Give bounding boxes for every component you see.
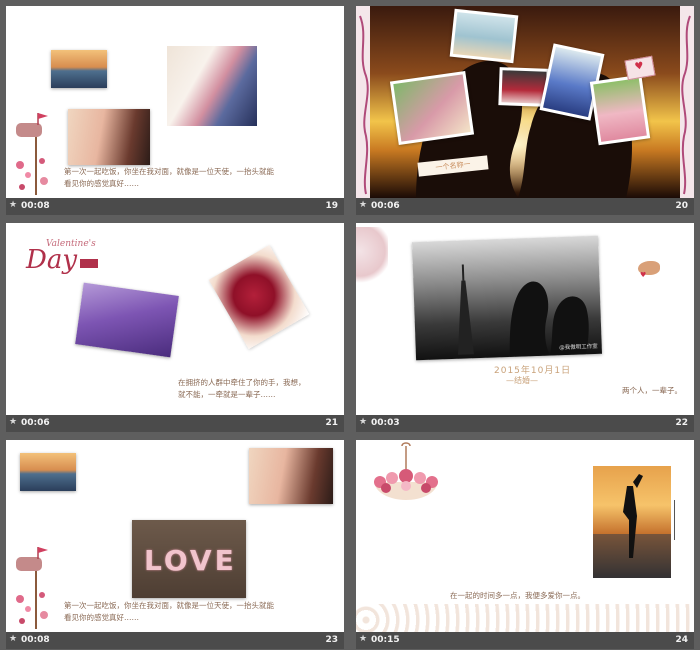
- caption-line-2: 就不能，一牵就是一辈子……: [178, 390, 276, 399]
- holding-hands-photo: [249, 448, 333, 504]
- slide-number: 24: [675, 635, 688, 645]
- caption-line-1: 第一次一起吃饭，你坐在我对面，就像是一位天使，一抬头就能: [64, 601, 274, 610]
- slide-duration: 00:06: [371, 201, 400, 211]
- slide-duration: 00:06: [21, 418, 50, 428]
- slide-duration: 00:03: [371, 418, 400, 428]
- slide-thumbnail-21[interactable]: Valentine's Day 在拥挤的人群中牵住了你的手，我想， 就不能，一牵…: [6, 223, 344, 432]
- beach-couple-photo: [449, 8, 519, 64]
- slide-duration: 00:08: [21, 635, 50, 645]
- photo-watermark: @我傲明工作室: [559, 343, 598, 352]
- caption-line-1: 第一次一起吃饭，你坐在我对面，就像是一位天使，一抬头就能: [64, 167, 274, 176]
- slide-caption: 在拥挤的人群中牵住了你的手，我想， 就不能，一牵就是一辈子……: [178, 377, 338, 401]
- vertical-divider: [674, 500, 675, 540]
- star-icon: ★: [9, 417, 18, 427]
- slide-duration: 00:08: [21, 201, 50, 211]
- slide-number: 21: [325, 418, 338, 428]
- slide-canvas: 第一次一起吃饭，你坐在我对面，就像是一位天使，一抬头就能 看见你的感觉真好……: [6, 6, 344, 198]
- slide-caption: 在一起的时间多一点，我便多爱你一点。: [450, 591, 585, 600]
- slide-info-bar: ★ 00:06 20: [356, 198, 694, 215]
- star-icon: ★: [359, 634, 368, 644]
- slide-canvas: @我傲明工作室 ♥ 2015年10月1日 —结婚— 两个人，一辈子。: [356, 223, 694, 415]
- valentines-day-logo: Valentine's Day: [20, 235, 104, 279]
- slide-thumbnail-20[interactable]: ♥ 一个名称一 ★ 00:06 20: [356, 6, 694, 215]
- beach-sunset-photo: [20, 453, 76, 491]
- flower-umbrella-decoration: [374, 442, 438, 500]
- slide-info-bar: ★ 00:06 21: [6, 415, 344, 432]
- slide-number: 19: [325, 201, 338, 211]
- dove-icon: ♥: [638, 261, 660, 279]
- slide-thumbnail-23[interactable]: LOVE 第一次一起吃饭，你坐在我对面，就像是一位天使，一抬头就能 看见你的感觉…: [6, 440, 344, 649]
- holding-hands-photo: [68, 109, 150, 165]
- beach-sunset-photo: [51, 50, 107, 88]
- slide-info-bar: ★ 00:03 22: [356, 415, 694, 432]
- slide-canvas: ♥ 一个名称一: [356, 6, 694, 198]
- logo-day-text: Day: [26, 245, 78, 275]
- love-letters-photo: LOVE: [132, 520, 246, 598]
- floral-border-decoration: [356, 604, 694, 632]
- love-word: LOVE: [144, 544, 237, 577]
- slide-info-bar: ★ 00:15 24: [356, 632, 694, 649]
- mailbox-tree-decoration: [16, 547, 48, 629]
- bride-bouquet-photo: [167, 46, 257, 126]
- garden-couple-photo: [389, 71, 475, 145]
- star-icon: ★: [359, 417, 368, 427]
- slide-thumbnail-22[interactable]: @我傲明工作室 ♥ 2015年10月1日 —结婚— 两个人，一辈子。 ★ 00:…: [356, 223, 694, 432]
- slide-number: 22: [675, 418, 688, 428]
- slide-thumbnail-19[interactable]: 第一次一起吃饭，你坐在我对面，就像是一位天使，一抬头就能 看见你的感觉真好…… …: [6, 6, 344, 215]
- wedding-label: —结婚—: [506, 376, 538, 385]
- star-icon: ★: [359, 200, 368, 210]
- rose-bouquet-photo: [208, 244, 310, 350]
- caption-line-2: 看见你的感觉真好……: [64, 179, 139, 188]
- slide-info-bar: ★ 00:08 19: [6, 198, 344, 215]
- slide-thumbnail-24[interactable]: 在一起的时间多一点，我便多爱你一点。 ★ 00:15 24: [356, 440, 694, 649]
- slide-canvas: LOVE 第一次一起吃饭，你坐在我对面，就像是一位天使，一抬头就能 看见你的感觉…: [6, 440, 344, 632]
- caption-line-1: 在拥挤的人群中牵住了你的手，我想，: [178, 378, 306, 387]
- slide-canvas: 在一起的时间多一点，我便多爱你一点。: [356, 440, 694, 632]
- lavender-hands-photo: [75, 282, 179, 358]
- slide-number: 23: [325, 635, 338, 645]
- ribbon-icon: [80, 259, 98, 268]
- slide-subtitle: 两个人，一辈子。: [622, 386, 682, 395]
- slide-number: 20: [675, 201, 688, 211]
- caption-line-2: 看见你的感觉真好……: [64, 613, 139, 622]
- star-icon: ★: [9, 200, 18, 210]
- slide-canvas: Valentine's Day 在拥挤的人群中牵住了你的手，我想， 就不能，一牵…: [6, 223, 344, 415]
- slide-info-bar: ★ 00:08 23: [6, 632, 344, 649]
- pink-dress-photo: [589, 74, 651, 146]
- star-icon: ★: [9, 634, 18, 644]
- slide-duration: 00:15: [371, 635, 400, 645]
- sunset-couple-photo: [593, 466, 671, 578]
- slide-caption: 第一次一起吃饭，你坐在我对面，就像是一位天使，一抬头就能 看见你的感觉真好……: [64, 166, 334, 190]
- flower-petal-decoration: [356, 227, 388, 287]
- paris-couple-photo: @我傲明工作室: [411, 235, 603, 361]
- mailbox-tree-decoration: [16, 113, 48, 195]
- slide-caption: 第一次一起吃饭，你坐在我对面，就像是一位天使，一抬头就能 看见你的感觉真好……: [64, 600, 334, 624]
